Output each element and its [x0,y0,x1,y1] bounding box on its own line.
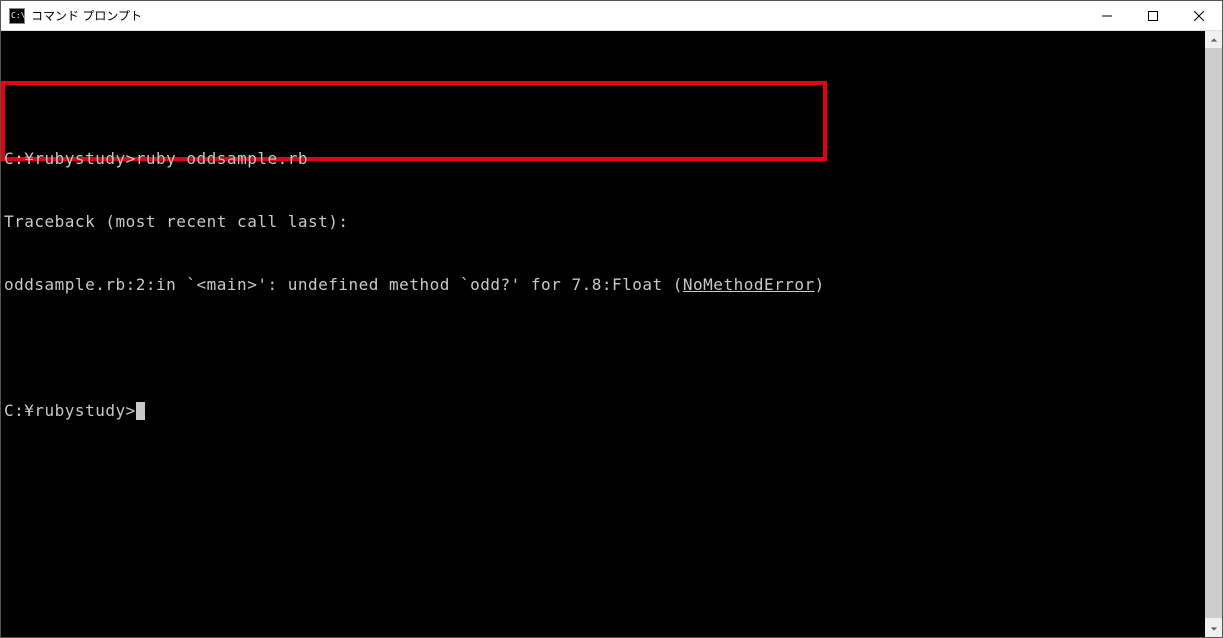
error-text: oddsample.rb:2:in `<main>': undefined me… [4,275,683,294]
scroll-down-button[interactable] [1205,620,1222,637]
client-area: C:¥rubystudy>ruby oddsample.rb Traceback… [1,31,1222,637]
terminal-line: Traceback (most recent call last): [4,211,1205,232]
command-text: ruby oddsample.rb [136,149,308,168]
window-title: コマンド プロンプト [31,7,1084,24]
error-text-end: ) [815,275,825,294]
terminal-line: C:¥rubystudy>ruby oddsample.rb [4,148,1205,169]
titlebar[interactable]: C:\ コマンド プロンプト [1,1,1222,31]
terminal-output[interactable]: C:¥rubystudy>ruby oddsample.rb Traceback… [1,31,1205,637]
traceback-text: Traceback (most recent call last): [4,212,349,231]
error-class: NoMethodError [683,275,815,294]
svg-text:C:\: C:\ [11,11,25,20]
scroll-up-button[interactable] [1205,31,1222,48]
maximize-button[interactable] [1130,1,1176,30]
prompt-text: C:¥rubystudy> [4,149,136,168]
terminal-line: oddsample.rb:2:in `<main>': undefined me… [4,274,1205,295]
cmd-icon: C:\ [9,8,25,24]
prompt-text: C:¥rubystudy> [4,401,136,420]
scrollbar-thumb[interactable] [1205,48,1222,618]
cursor [136,402,145,420]
terminal-content: C:¥rubystudy>ruby oddsample.rb Traceback… [3,96,1205,463]
window-controls [1084,1,1222,30]
window-frame: C:\ コマンド プロンプト C:¥rubystudy>ruby oddsamp… [0,0,1223,638]
terminal-blank-line [4,337,1205,358]
vertical-scrollbar[interactable] [1205,31,1222,637]
terminal-line: C:¥rubystudy> [4,400,1205,421]
minimize-button[interactable] [1084,1,1130,30]
close-button[interactable] [1176,1,1222,30]
